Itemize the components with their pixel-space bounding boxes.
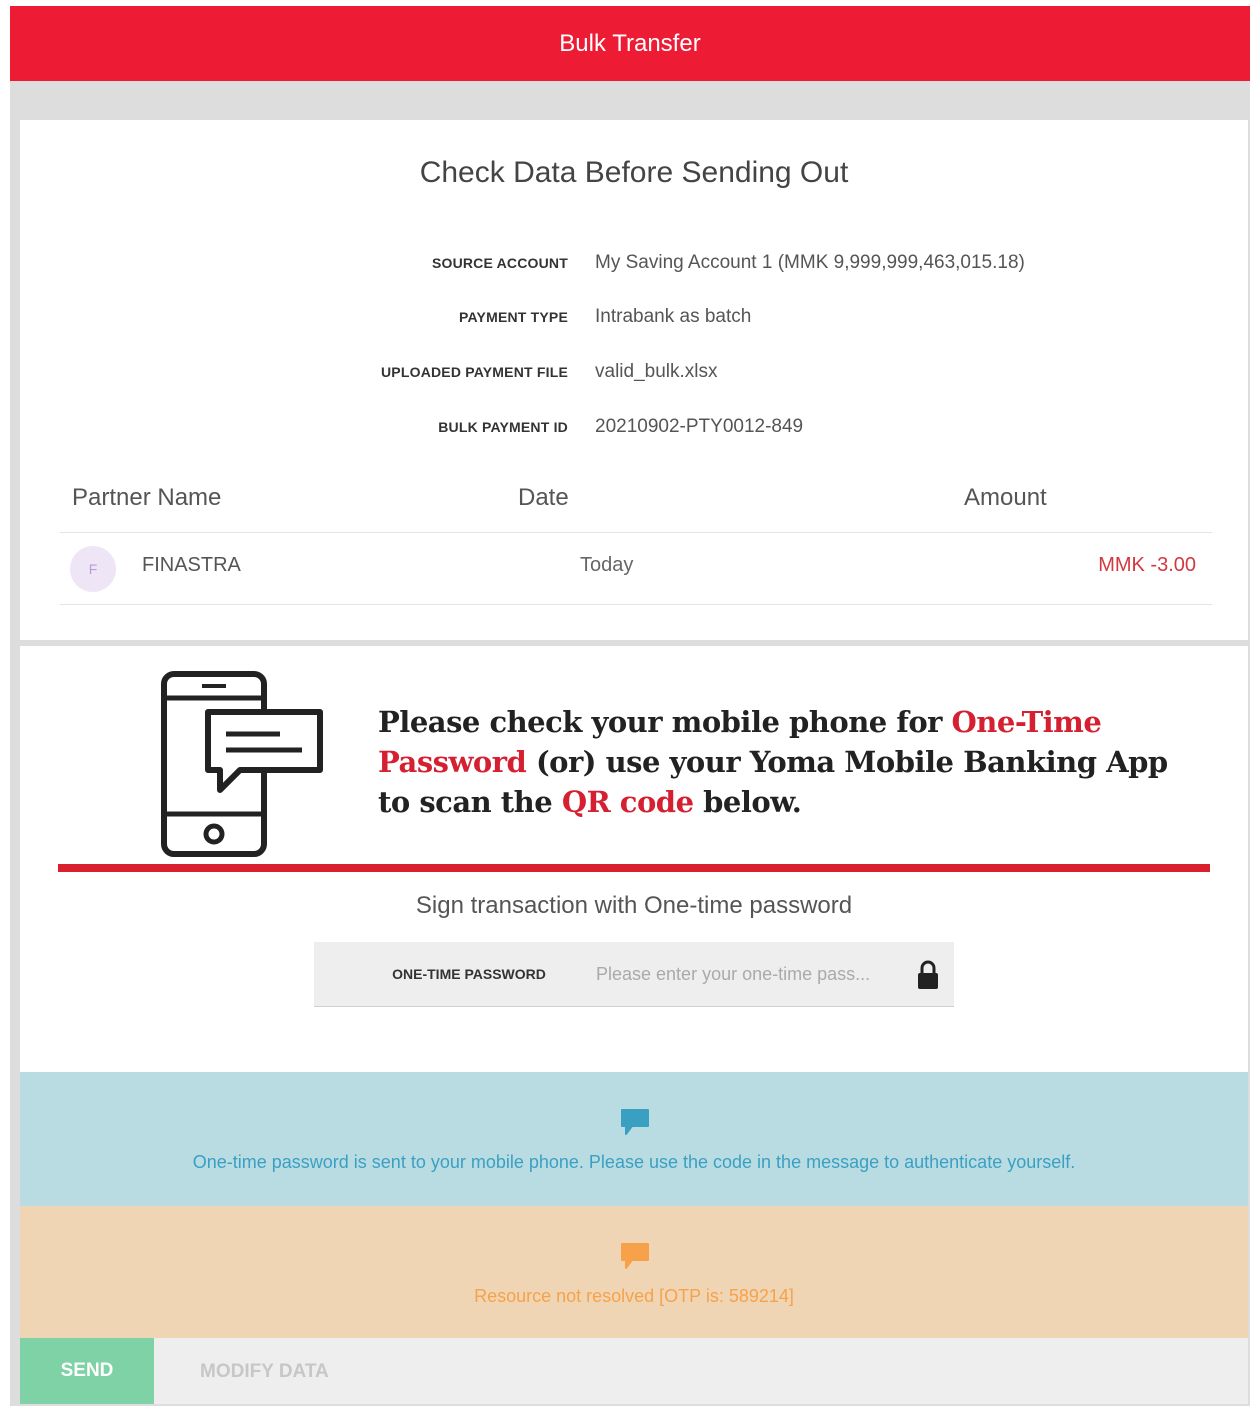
otp-input[interactable]	[594, 956, 910, 992]
summary-card: Check Data Before Sending Out SOURCE ACC…	[20, 120, 1248, 640]
send-button[interactable]: SEND	[20, 1338, 154, 1404]
otp-instruction: Please check your mobile phone for One-T…	[378, 702, 1178, 822]
row-date: Today	[580, 554, 634, 576]
table-row: F FINASTRA Today MMK -3.00	[60, 532, 1212, 605]
field-uploaded-file: UPLOADED PAYMENT FILE valid_bulk.xlsx	[20, 357, 1248, 387]
otp-instruction-text-1: Please check your mobile phone for	[378, 705, 952, 739]
warning-message: Resource not resolved [OTP is: 589214]	[474, 1286, 794, 1306]
info-alert: One-time password is sent to your mobile…	[20, 1072, 1248, 1206]
modify-data-button[interactable]: MODIFY DATA	[194, 1338, 335, 1404]
otp-field: ONE-TIME PASSWORD	[314, 942, 954, 1007]
header-bar: Bulk Transfer	[10, 6, 1250, 81]
row-amount: MMK -3.00	[1098, 554, 1196, 576]
field-payment-type: PAYMENT TYPE Intrabank as batch	[20, 302, 1248, 332]
otp-instruction-text-3: below.	[693, 785, 802, 819]
otp-card: Please check your mobile phone for One-T…	[20, 646, 1248, 1074]
page-title: Bulk Transfer	[559, 29, 701, 57]
field-value: Intrabank as batch	[595, 306, 752, 327]
otp-label: ONE-TIME PASSWORD	[392, 966, 546, 982]
chat-bubble-icon	[621, 1109, 649, 1135]
info-message: One-time password is sent to your mobile…	[192, 1152, 1076, 1172]
field-label: PAYMENT TYPE	[459, 309, 568, 325]
column-header-amount: Amount	[964, 484, 1047, 511]
field-label: SOURCE ACCOUNT	[431, 255, 568, 271]
field-label: BULK PAYMENT ID	[438, 419, 568, 435]
warning-alert: Resource not resolved [OTP is: 589214]	[20, 1206, 1248, 1340]
field-value: valid_bulk.xlsx	[595, 361, 718, 382]
page: Bulk Transfer Check Data Before Sending …	[10, 6, 1250, 1406]
action-bar: SEND MODIFY DATA	[20, 1338, 1248, 1404]
field-value: 20210902-PTY0012-849	[595, 416, 804, 437]
lock-icon	[918, 960, 938, 989]
chat-bubble-icon	[621, 1243, 649, 1269]
avatar: F	[70, 546, 116, 592]
column-header-date: Date	[518, 484, 569, 511]
field-value: My Saving Account 1 (MMK 9,999,999,463,0…	[595, 252, 1025, 273]
qr-highlight: QR code	[561, 785, 694, 819]
field-bulk-payment-id: BULK PAYMENT ID 20210902-PTY0012-849	[20, 412, 1248, 442]
field-source-account: SOURCE ACCOUNT My Saving Account 1 (MMK …	[20, 248, 1248, 278]
column-header-partner: Partner Name	[72, 484, 222, 511]
sign-title: Sign transaction with One-time password	[415, 892, 853, 919]
summary-title: Check Data Before Sending Out	[419, 156, 849, 189]
partner-name: FINASTRA	[142, 554, 241, 576]
phone-message-icon	[161, 671, 323, 857]
field-label: UPLOADED PAYMENT FILE	[381, 364, 568, 380]
divider	[58, 864, 1210, 872]
table-header: Partner Name Date Amount	[60, 472, 1212, 533]
